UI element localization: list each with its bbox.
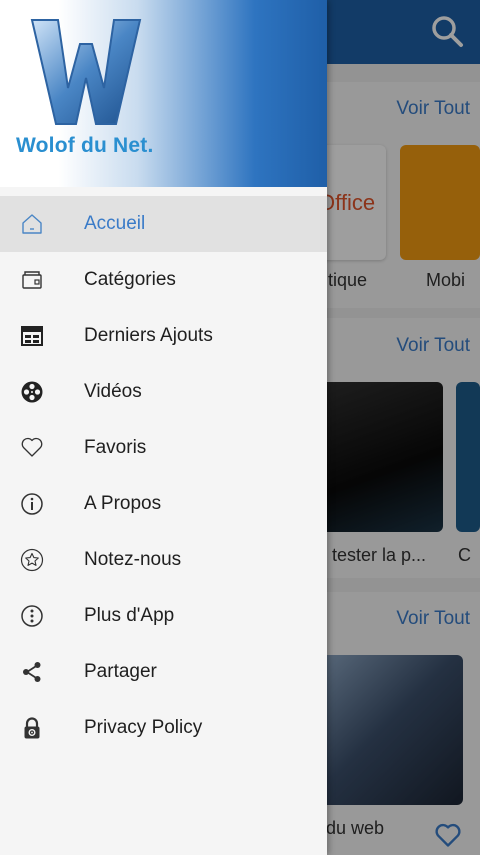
calendar-icon (21, 326, 43, 346)
menu-item-a-propos[interactable]: A Propos (0, 476, 327, 532)
menu-item-label: Notez-nous (84, 549, 182, 570)
menu-item-label: Derniers Ajouts (84, 325, 213, 346)
menu-item-label: Privacy Policy (84, 717, 203, 738)
more-icon (21, 605, 43, 627)
menu-item-videos[interactable]: Vidéos (0, 364, 327, 420)
menu-item-label: Accueil (84, 213, 146, 234)
menu-item-categories[interactable]: Catégories (0, 252, 327, 308)
folder-icon (22, 271, 42, 289)
menu-item-label: Favoris (84, 437, 147, 458)
menu-item-favoris[interactable]: Favoris (0, 420, 327, 476)
navigation-drawer: Wolof du Net. Accueil Catégories Dernier… (0, 0, 327, 855)
menu-item-partager[interactable]: Partager (0, 644, 327, 700)
drawer-menu: Accueil Catégories Derniers Ajouts Vidéo… (0, 196, 327, 756)
logo-icon (30, 19, 142, 125)
menu-item-label: Vidéos (84, 381, 142, 402)
menu-item-privacy-policy[interactable]: Privacy Policy (0, 700, 327, 756)
menu-item-label: Plus d'App (84, 605, 175, 626)
menu-item-plus-dapp[interactable]: Plus d'App (0, 588, 327, 644)
film-reel-icon (21, 381, 43, 403)
lock-icon (24, 717, 40, 739)
menu-item-notez-nous[interactable]: Notez-nous (0, 532, 327, 588)
menu-item-label: A Propos (84, 493, 162, 514)
menu-item-label: Catégories (84, 269, 176, 290)
menu-item-accueil[interactable]: Accueil (0, 196, 327, 252)
share-icon (23, 662, 41, 682)
info-icon (21, 493, 43, 515)
menu-item-label: Partager (84, 661, 157, 682)
brand-name: Wolof du Net. (16, 134, 154, 157)
star-icon (20, 548, 44, 572)
home-icon (22, 214, 42, 234)
heart-icon (21, 437, 43, 457)
drawer-header: Wolof du Net. (0, 0, 327, 187)
menu-item-derniers-ajouts[interactable]: Derniers Ajouts (0, 308, 327, 364)
